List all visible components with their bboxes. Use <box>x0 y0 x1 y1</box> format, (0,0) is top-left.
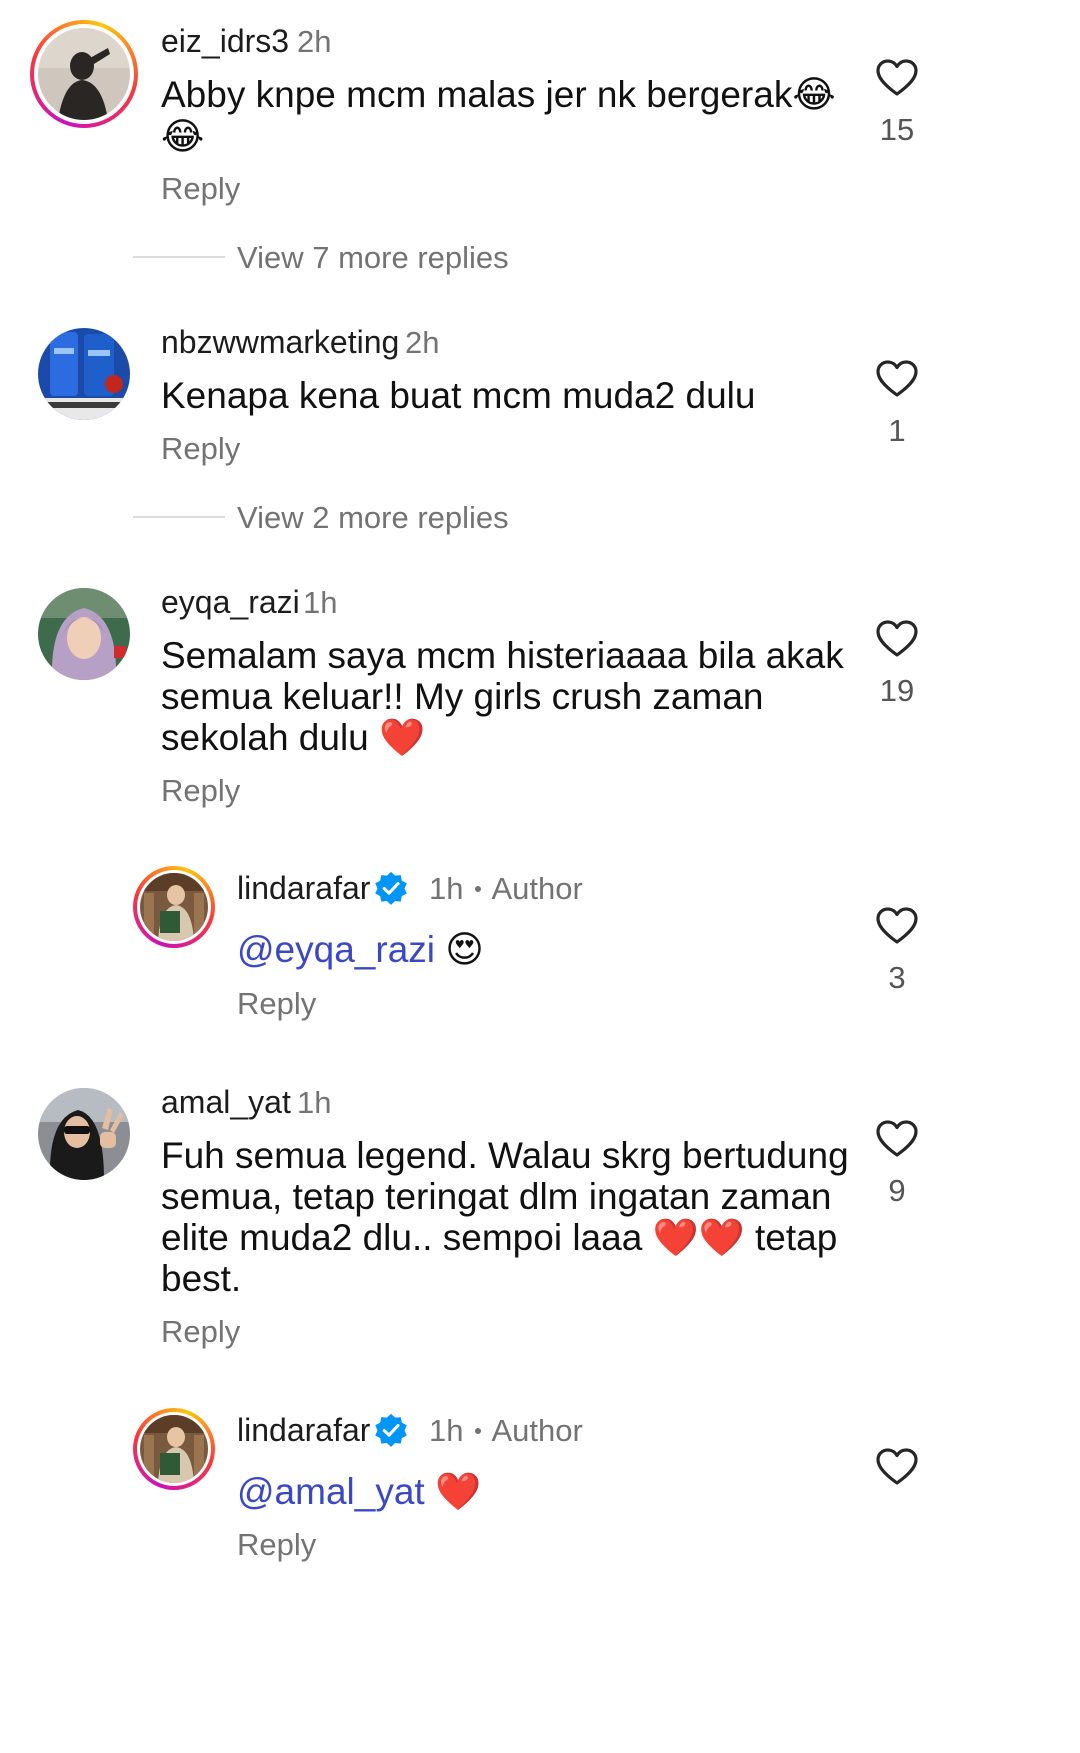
avatar[interactable] <box>38 28 130 120</box>
comment-text-line2: semua, tetap teringat dlm ingatan zaman <box>161 1176 832 1217</box>
heart-outline-icon[interactable] <box>875 1119 919 1159</box>
comment-text-line3: sekolah dulu ❤️ <box>161 717 426 758</box>
comment-text: Semalam saya mcm histeriaaaa bila akak <box>161 635 844 676</box>
like-count: 3 <box>888 960 906 995</box>
like-count: 15 <box>879 112 915 147</box>
verified-badge-icon <box>375 871 407 905</box>
reply-button[interactable]: Reply <box>161 171 240 207</box>
avatar[interactable] <box>140 1415 208 1483</box>
comment-text-line3: elite muda2 dlu.. sempoi laaa ❤️❤️ tetap <box>161 1217 838 1258</box>
reply-button[interactable]: Reply <box>161 1314 240 1350</box>
comment-username[interactable]: amal_yat <box>161 1084 291 1121</box>
comment-text: @amal_yat ❤️ <box>237 1471 482 1512</box>
comment-username[interactable]: eyqa_razi <box>161 584 300 621</box>
verified-badge-icon <box>375 1413 407 1447</box>
comment-text: Fuh semua legend. Walau skrg bertudung <box>161 1135 849 1176</box>
comment-text: @eyqa_razi 😍 <box>237 929 484 970</box>
reply-button[interactable]: Reply <box>237 1527 316 1563</box>
comment-username[interactable]: nbzwwmarketing <box>161 324 399 361</box>
comment-timestamp: 1h <box>303 585 338 620</box>
avatar-story-ring[interactable] <box>133 866 215 948</box>
divider <box>133 256 225 258</box>
avatar[interactable] <box>140 873 208 941</box>
reply-button[interactable]: Reply <box>237 986 316 1022</box>
like-count: 9 <box>888 1173 906 1208</box>
divider <box>133 516 225 518</box>
comment-username[interactable]: eiz_idrs3 <box>161 23 289 60</box>
heart-outline-icon[interactable] <box>875 1447 919 1487</box>
heart-outline-icon[interactable] <box>875 359 919 399</box>
like-count: 1 <box>888 413 906 448</box>
comment-text: Kenapa kena buat mcm muda2 dulu <box>161 375 756 416</box>
comment-timestamp: 1h Author <box>429 1413 583 1448</box>
comment-username[interactable]: lindarafar <box>237 870 370 907</box>
comment-timestamp: 2h <box>297 24 332 59</box>
comment-timestamp: 1h <box>297 1085 332 1120</box>
author-badge: Author <box>491 1413 583 1448</box>
comment-timestamp: 2h <box>405 325 440 360</box>
mention-link[interactable]: @amal_yat <box>237 1471 425 1512</box>
comment-timestamp: 1h Author <box>429 871 583 906</box>
reply-button[interactable]: Reply <box>161 431 240 467</box>
like-count: 19 <box>879 673 915 708</box>
comment-username[interactable]: lindarafar <box>237 1412 370 1449</box>
comment-text-line2: semua keluar!! My girls crush zaman <box>161 676 764 717</box>
heart-outline-icon[interactable] <box>875 619 919 659</box>
heart-outline-icon[interactable] <box>875 906 919 946</box>
avatar-story-ring[interactable] <box>133 1408 215 1490</box>
reply-button[interactable]: Reply <box>161 773 240 809</box>
separator-dot <box>475 885 482 892</box>
comment-text-line4: best. <box>161 1258 242 1299</box>
avatar[interactable] <box>38 588 130 680</box>
view-more-replies[interactable]: View 2 more replies <box>237 500 509 536</box>
heart-outline-icon[interactable] <box>875 58 919 98</box>
comment-text-line2: 😂 <box>161 116 205 157</box>
avatar[interactable] <box>38 1088 130 1180</box>
author-badge: Author <box>491 871 583 906</box>
view-more-replies[interactable]: View 7 more replies <box>237 240 509 276</box>
separator-dot <box>475 1427 482 1434</box>
mention-link[interactable]: @eyqa_razi <box>237 929 435 970</box>
comment-text: Abby knpe mcm malas jer nk bergerak😂 <box>161 74 836 115</box>
avatar[interactable] <box>38 328 130 420</box>
avatar-story-ring[interactable] <box>30 20 138 128</box>
